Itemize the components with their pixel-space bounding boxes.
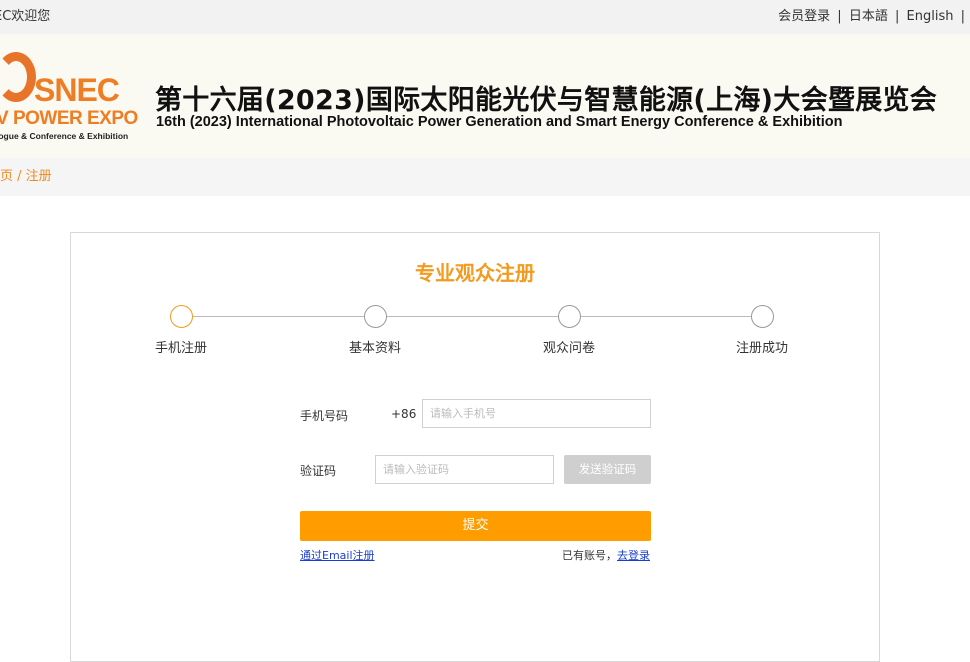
step-success: 注册成功 (702, 305, 822, 356)
logo-expo: V POWER EXPO (0, 108, 138, 129)
event-title-en: 16th (2023) International Photovoltaic P… (156, 114, 843, 130)
registration-panel: 专业观众注册 手机注册 基本资料 观众问卷 注册成功 手机号码 +86 请输入手… (70, 232, 880, 662)
country-code: +86 (391, 407, 417, 421)
event-title-cn: 第十六届(2023)国际太阳能光伏与智慧能源(上海)大会暨展览会 (155, 85, 938, 116)
step-label: 注册成功 (735, 341, 788, 356)
verification-code-input[interactable]: 请输入验证码 (375, 455, 554, 484)
step-circle-icon (363, 305, 387, 328)
breadcrumb-bar: 页 / 注册 (0, 158, 970, 196)
breadcrumb[interactable]: 页 / 注册 (0, 158, 52, 196)
separator: | (894, 9, 900, 24)
page-title: 专业观众注册 (415, 261, 535, 285)
step-label: 手机注册 (154, 341, 207, 356)
japanese-link[interactable]: 日本語 (849, 9, 888, 24)
have-account-text: 已有账号， (562, 549, 617, 562)
login-prompt: 已有账号，去登录 (562, 547, 650, 563)
snec-logo[interactable]: SNEC V POWER EXPO logue & Conference & E… (0, 42, 138, 152)
step-label: 观众问卷 (542, 341, 595, 356)
code-label: 验证码 (300, 464, 337, 478)
email-register-link[interactable]: 通过Email注册 (300, 549, 375, 562)
welcome-text: EC欢迎您 (0, 9, 51, 24)
logo-ring-icon (0, 52, 36, 102)
member-login-link[interactable]: 会员登录 (778, 9, 830, 24)
step-phone-register: 手机注册 (121, 305, 241, 356)
top-bar: EC欢迎您 会员登录 | 日本語 | English | (0, 0, 970, 34)
email-register-link-wrap: 通过Email注册 (300, 547, 375, 563)
top-links: 会员登录 | 日本語 | English | (778, 0, 968, 34)
steps-connector (181, 316, 761, 317)
english-link[interactable]: English (907, 9, 954, 24)
submit-button[interactable]: 提交 (300, 511, 651, 541)
logo-brand: SNEC (34, 72, 120, 108)
phone-input[interactable]: 请输入手机号 (422, 399, 651, 428)
separator: | (837, 9, 842, 24)
separator: | (960, 9, 965, 24)
send-code-button[interactable]: 发送验证码 (564, 455, 651, 484)
step-circle-icon (169, 305, 193, 328)
phone-label: 手机号码 (300, 409, 349, 423)
step-basic-info: 基本资料 (315, 305, 435, 356)
step-circle-icon (750, 305, 774, 328)
header-banner: SNEC V POWER EXPO logue & Conference & E… (0, 34, 970, 158)
logo-subtitle: logue & Conference & Exhibition (0, 131, 129, 141)
step-circle-icon (557, 305, 581, 328)
step-label: 基本资料 (348, 341, 401, 356)
step-questionnaire: 观众问卷 (509, 305, 629, 356)
login-link[interactable]: 去登录 (617, 549, 650, 562)
